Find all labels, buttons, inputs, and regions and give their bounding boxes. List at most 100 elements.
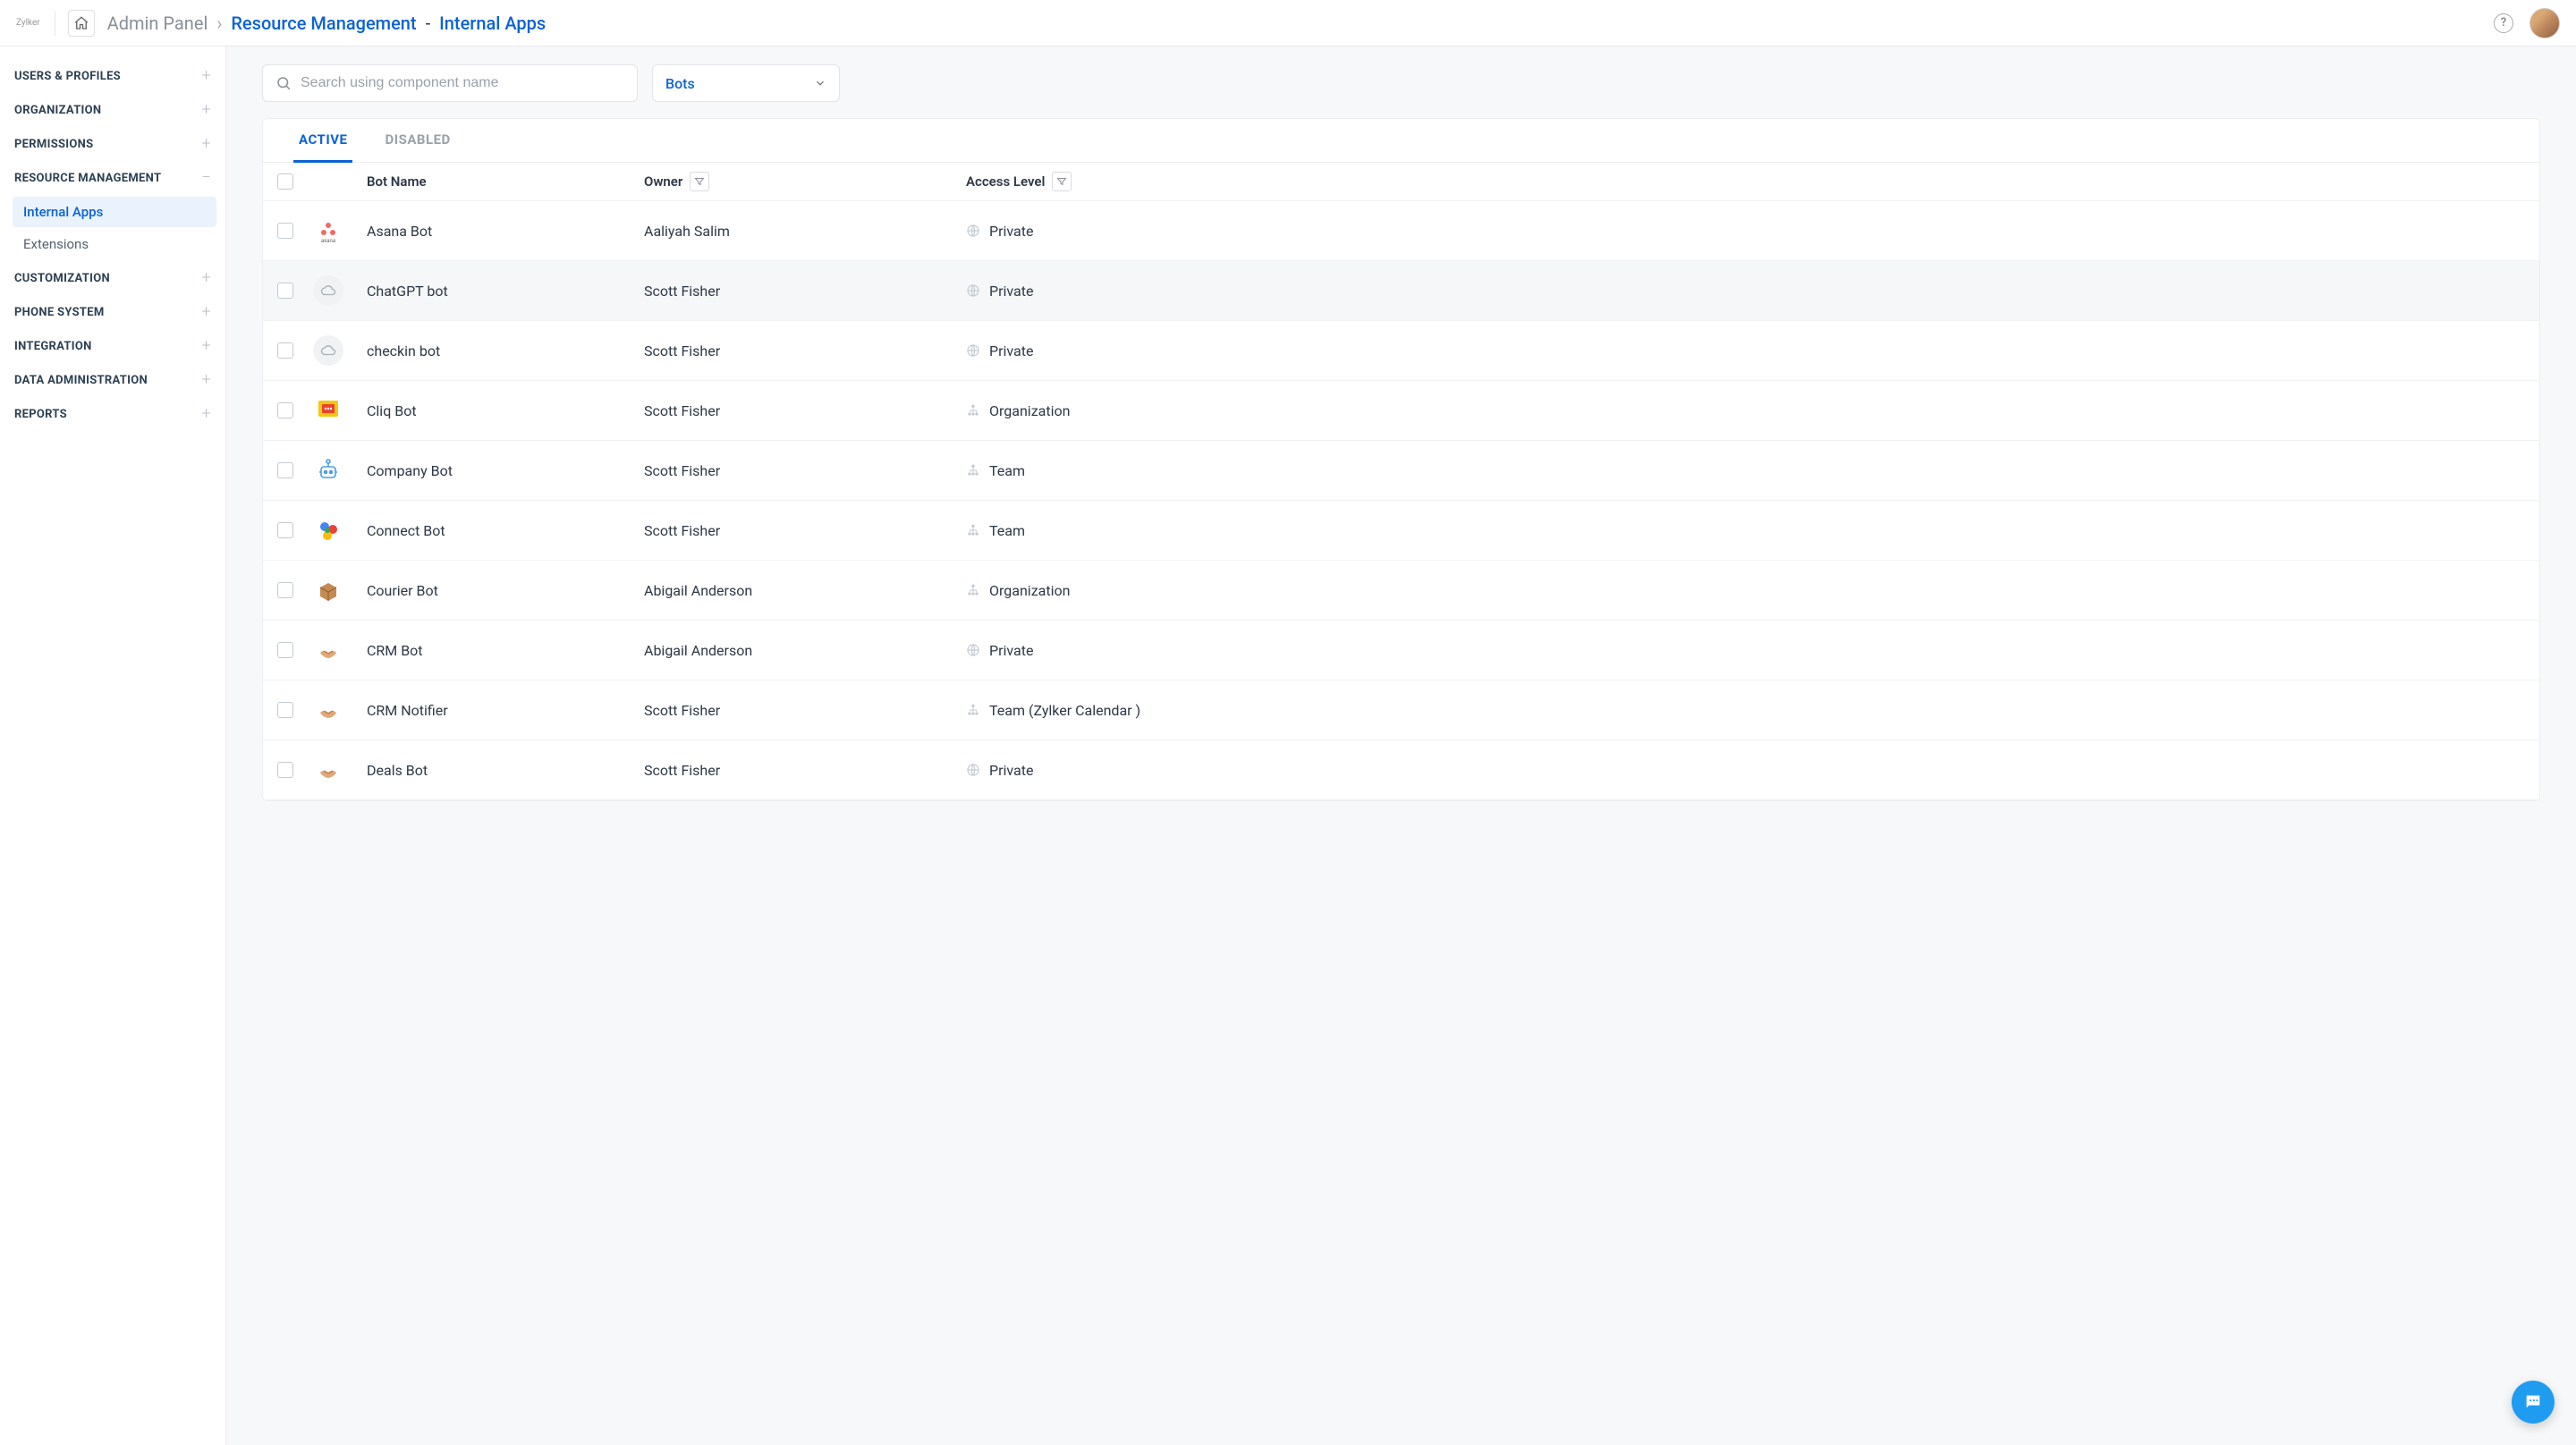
sidebar-subitem[interactable]: Extensions [13, 229, 216, 259]
bot-name: CRM Notifier [367, 702, 644, 719]
row-checkbox[interactable] [277, 342, 293, 359]
table-row[interactable]: Cliq BotScott FisherOrganization [263, 381, 2539, 441]
bot-owner: Scott Fisher [644, 522, 966, 539]
home-icon [73, 15, 89, 31]
bot-access: Private [966, 223, 2534, 240]
bot-owner: Scott Fisher [644, 283, 966, 300]
table-row[interactable]: CRM NotifierScott FisherTeam (Zylker Cal… [263, 680, 2539, 740]
tabs: ACTIVE DISABLED [263, 119, 2539, 163]
row-checkbox[interactable] [277, 762, 293, 778]
svg-text:asana: asana [321, 238, 335, 244]
search-input[interactable] [301, 75, 624, 91]
table-header: Bot Name Owner Access Level [263, 163, 2539, 201]
select-all-checkbox[interactable] [277, 173, 293, 190]
sidebar-section[interactable]: CUSTOMIZATION+ [9, 261, 216, 295]
expand-icon: + [202, 372, 211, 388]
sidebar: USERS & PROFILES+ORGANIZATION+PERMISSION… [0, 46, 226, 1445]
search-icon [275, 75, 292, 91]
sidebar-section[interactable]: PHONE SYSTEM+ [9, 295, 216, 329]
row-checkbox[interactable] [277, 223, 293, 239]
bot-owner: Abigail Anderson [644, 642, 966, 659]
col-owner-header[interactable]: Owner [644, 172, 966, 191]
table-row[interactable]: Connect BotScott FisherTeam [263, 501, 2539, 561]
globe-icon [966, 643, 980, 657]
asana-icon: asana [313, 215, 343, 246]
access-label: Team (Zylker Calendar ) [989, 702, 1140, 719]
help-button[interactable]: ? [2494, 13, 2513, 33]
hands-icon [313, 695, 343, 725]
sidebar-section[interactable]: RESOURCE MANAGEMENT− [9, 161, 216, 195]
sidebar-subitem[interactable]: Internal Apps [13, 197, 216, 227]
sidebar-section[interactable]: DATA ADMINISTRATION+ [9, 363, 216, 397]
access-label: Private [989, 223, 1033, 240]
home-button[interactable] [68, 10, 95, 37]
table-row[interactable]: asana Asana BotAaliyah Salim Private [263, 201, 2539, 261]
table-row[interactable]: ChatGPT botScott FisherPrivate [263, 261, 2539, 321]
access-label: Private [989, 342, 1033, 359]
row-checkbox[interactable] [277, 283, 293, 299]
bot-owner: Scott Fisher [644, 762, 966, 779]
sidebar-section-label: INTEGRATION [14, 340, 92, 353]
sidebar-section[interactable]: REPORTS + [9, 397, 216, 431]
row-checkbox[interactable] [277, 402, 293, 418]
bot-access: Private [966, 642, 2534, 659]
expand-icon: + [202, 304, 211, 320]
col-access-header[interactable]: Access Level [966, 172, 2534, 191]
search-field-wrap[interactable] [262, 64, 638, 102]
owner-filter-button[interactable] [690, 172, 709, 191]
component-type-dropdown[interactable]: Bots [652, 64, 840, 102]
sidebar-section-label: USERS & PROFILES [14, 70, 121, 83]
access-filter-button[interactable] [1052, 172, 1072, 191]
collapse-icon: − [201, 170, 211, 186]
content-area: Bots ACTIVE DISABLED Bot Name Owner [226, 46, 2576, 1445]
cloud-icon [313, 275, 343, 306]
bot-owner: Aaliyah Salim [644, 223, 966, 240]
sidebar-section-label: REPORTS [14, 408, 67, 421]
bot-access: Private [966, 342, 2534, 359]
breadcrumb: Admin Panel › Resource Management - Inte… [107, 13, 547, 34]
col-name-header[interactable]: Bot Name [367, 173, 644, 190]
breadcrumb-page[interactable]: Internal Apps [439, 13, 546, 34]
bot-name: CRM Bot [367, 642, 644, 659]
bot-name: Courier Bot [367, 582, 644, 599]
row-checkbox[interactable] [277, 702, 293, 718]
bot-owner: Scott Fisher [644, 462, 966, 479]
sidebar-section-label: ORGANIZATION [14, 104, 101, 117]
table-row[interactable]: Courier BotAbigail AndersonOrganization [263, 561, 2539, 621]
access-label: Team [989, 522, 1025, 539]
access-label: Private [989, 762, 1033, 779]
sidebar-section-label: CUSTOMIZATION [14, 272, 110, 285]
expand-icon: + [202, 406, 211, 422]
user-avatar[interactable] [2529, 8, 2560, 38]
row-checkbox[interactable] [277, 522, 293, 538]
table-row[interactable]: CRM BotAbigail AndersonPrivate [263, 621, 2539, 680]
bot-name: Company Bot [367, 462, 644, 479]
bot-name: Cliq Bot [367, 402, 644, 419]
robot-icon [313, 455, 343, 486]
hierarchy-icon [966, 403, 980, 418]
sidebar-section[interactable]: INTEGRATION+ [9, 329, 216, 363]
globe-icon [966, 283, 980, 298]
row-checkbox[interactable] [277, 462, 293, 478]
table-row[interactable]: Deals BotScott FisherPrivate [263, 740, 2539, 800]
tab-disabled[interactable]: DISABLED [379, 119, 455, 163]
table-row[interactable]: Company BotScott FisherTeam [263, 441, 2539, 501]
expand-icon: + [202, 136, 211, 152]
help-icon: ? [2501, 16, 2506, 30]
sidebar-section[interactable]: USERS & PROFILES+ [9, 59, 216, 93]
chat-fab[interactable] [2512, 1381, 2555, 1424]
breadcrumb-section[interactable]: Resource Management [231, 13, 416, 34]
cliq-icon [313, 395, 343, 426]
row-checkbox[interactable] [277, 582, 293, 598]
bot-name: ChatGPT bot [367, 283, 644, 300]
row-checkbox[interactable] [277, 642, 293, 658]
sidebar-section[interactable]: PERMISSIONS+ [9, 127, 216, 161]
bot-name: Asana Bot [367, 223, 644, 240]
table-row[interactable]: checkin botScott FisherPrivate [263, 321, 2539, 381]
org-logo: Zylker [16, 11, 55, 36]
sidebar-section[interactable]: ORGANIZATION+ [9, 93, 216, 127]
bot-access: Organization [966, 582, 2534, 599]
breadcrumb-divider: - [426, 13, 431, 34]
tab-active[interactable]: ACTIVE [293, 119, 352, 163]
breadcrumb-root[interactable]: Admin Panel [107, 13, 208, 34]
